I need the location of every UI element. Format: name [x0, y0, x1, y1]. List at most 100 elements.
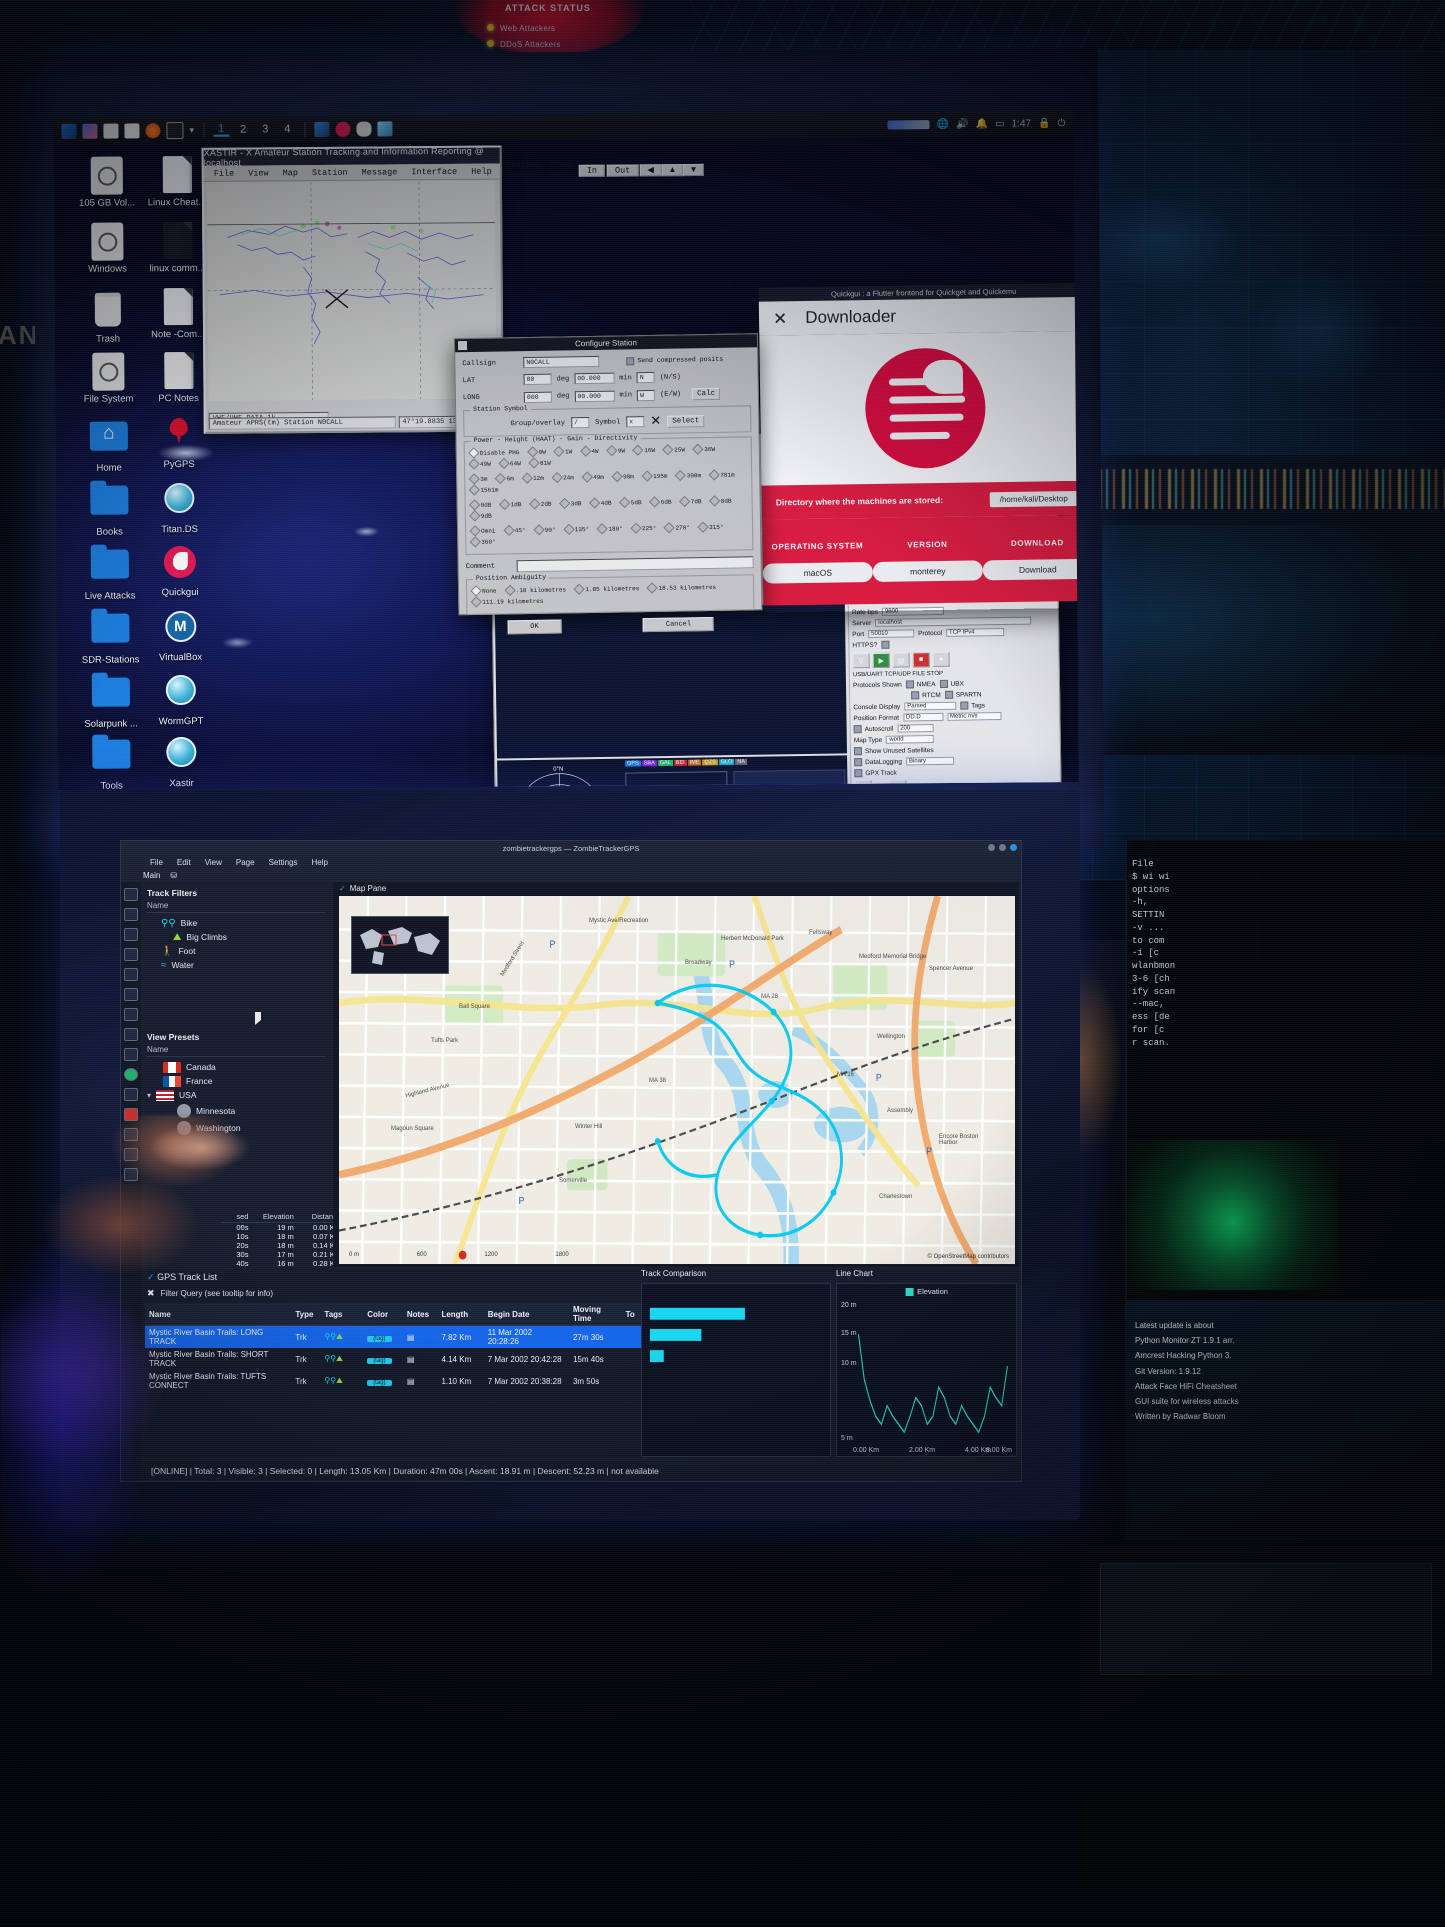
elevation-chart[interactable]: Elevation 20 m 15 m 10 m 5 m 0.00 Km 2.0…	[836, 1283, 1017, 1457]
volume-icon[interactable]: 🔊	[956, 118, 969, 129]
xastir-menu-file[interactable]: File	[207, 168, 241, 178]
pygps-port-value[interactable]: 50010	[868, 629, 915, 639]
desktop-icon-wormgpt[interactable]: WormGPT	[144, 671, 218, 728]
power-option-4w[interactable]: 4W	[579, 445, 599, 457]
pygps-maptype-value[interactable]: world	[886, 735, 935, 744]
gain-option-8db[interactable]: 8dB	[709, 495, 732, 507]
power-option-disable[interactable]: Disable PHG	[468, 447, 520, 459]
quickgui-os-value[interactable]: macOS	[762, 561, 873, 584]
view-preset-france[interactable]: France	[147, 1074, 325, 1088]
desktop-icon-titan-ds[interactable]: Titan.DS	[142, 479, 216, 536]
pygps-console-display-value[interactable]: Parsed	[904, 701, 957, 711]
pygps-position-format-value[interactable]: DD.D	[902, 712, 944, 722]
view-preset-minnesota[interactable]: Minnesota	[147, 1102, 325, 1119]
callsign-row[interactable]: Callsign N0CALL Send compressed posits	[462, 353, 750, 369]
desktop-icon-books[interactable]: Books	[72, 479, 146, 538]
tool-list-icon[interactable]	[124, 1148, 138, 1161]
kali-menu-icon[interactable]	[61, 123, 77, 139]
gnss-tab-sba[interactable]: SBA	[641, 760, 657, 767]
desktop-icon-quickgui[interactable]: Quickgui	[143, 543, 217, 599]
up-arrow-icon[interactable]: ▲	[661, 163, 684, 176]
gain-option-1db[interactable]: 1dB	[499, 498, 522, 511]
ztg-menu-settings[interactable]: Settings	[262, 858, 305, 867]
desktop-icon-live-attacks[interactable]: Live Attacks	[73, 543, 147, 602]
group-overlay-input[interactable]: /	[570, 416, 590, 429]
xastir-menu-map[interactable]: Map	[276, 168, 305, 178]
power-option-1w[interactable]: 1W	[553, 445, 572, 458]
close-icon[interactable]: ✕	[773, 309, 788, 328]
point-row[interactable]: 00s 19 m 0.00 Km	[221, 1223, 341, 1232]
tool-merge-icon[interactable]	[124, 968, 138, 981]
col-begin-date[interactable]: Begin Date	[483, 1303, 569, 1326]
quickgui-version-value[interactable]: monterey	[872, 559, 983, 582]
minimize-icon[interactable]	[988, 844, 995, 851]
track-filter-big-climbs[interactable]: ⛰ Big Climbs	[147, 930, 325, 944]
xastir-menu-help[interactable]: Help	[464, 166, 498, 176]
files-icon[interactable]	[82, 123, 98, 139]
xastir-menu-message[interactable]: Message	[355, 167, 405, 177]
ntrip-client-icon[interactable]: 📡	[889, 779, 907, 791]
point-row[interactable]: 30s 17 m 0.21 Km	[221, 1250, 341, 1259]
gain-option-7db[interactable]: 7dB	[679, 495, 702, 508]
protocol-ubx[interactable]: UBX	[939, 679, 964, 688]
power-option-64w[interactable]: 64W	[498, 457, 521, 470]
workspace-3[interactable]: 3	[257, 123, 273, 135]
symbol-input[interactable]: x	[626, 416, 645, 428]
desktop-icon-virtualbox[interactable]: VirtualBox	[143, 607, 217, 664]
tool-back-icon[interactable]	[124, 1168, 138, 1181]
lat-deg-input[interactable]: 00	[523, 373, 552, 386]
tool-open-icon[interactable]	[124, 888, 138, 901]
quickgui-window[interactable]: Quickgui : a Flutter frontend for Quickg…	[758, 282, 1079, 613]
left-arrow-icon[interactable]: ◀	[639, 163, 662, 176]
osm-map-canvas[interactable]: P P P P P Mystic Ave/Recreation Herbert Mc…	[339, 896, 1015, 1264]
power-option-36w[interactable]: 36W	[692, 443, 715, 455]
gain-option-6db[interactable]: 6dB	[649, 496, 672, 508]
pygps-protocols-row[interactable]: Protocols Shown NMEA UBX	[853, 678, 1054, 689]
stop-icon[interactable]: ■	[912, 652, 930, 668]
tool-tags-icon[interactable]	[124, 948, 138, 961]
window-buttons[interactable]	[988, 844, 1017, 851]
ubx-config-icon[interactable]: ⚙	[854, 779, 872, 791]
tool-save-icon[interactable]	[124, 908, 138, 921]
cell-notes[interactable]: ▤	[403, 1370, 438, 1392]
height-option-781m[interactable]: 781m	[708, 469, 735, 481]
height-option-3m[interactable]: 3m	[468, 473, 487, 485]
view-preset-canada[interactable]: Canada	[147, 1060, 325, 1074]
pygps-graph-pane[interactable]	[733, 769, 847, 791]
checkbox-icon[interactable]: ✓	[147, 1272, 155, 1282]
file-icon[interactable]: ▤	[892, 652, 910, 668]
col-tags[interactable]: Tags	[320, 1303, 364, 1326]
power-icon[interactable]: ⏻	[1057, 118, 1065, 129]
long-min-input[interactable]: 00.000	[574, 390, 615, 402]
quickgui-directory-row[interactable]: Directory where the machines are stored:…	[761, 480, 1079, 520]
zombietrackergps-window[interactable]: zombietrackergps — ZombieTrackerGPS File…	[120, 840, 1022, 1482]
pygps-position-format-row[interactable]: Position Format DD.D Metric m/s	[853, 711, 1054, 722]
down-arrow-icon[interactable]: ▼	[682, 163, 705, 176]
phg-gain-row[interactable]: 0dB 1dB 2dB 3dB 4dB 5dB 6dB 7dB 8dB 9dB	[469, 495, 747, 523]
dir-option-180[interactable]: 180°	[596, 523, 623, 535]
ztg-toolbar[interactable]	[121, 882, 141, 1481]
col-length[interactable]: Length	[437, 1303, 484, 1326]
long-deg-input[interactable]: 000	[523, 391, 552, 403]
track-filter-foot[interactable]: 🚶 Foot	[147, 944, 325, 958]
tool-import-icon[interactable]	[124, 928, 138, 941]
gain-option-2db[interactable]: 2dB	[529, 498, 552, 510]
lock-icon[interactable]: 🔒	[1038, 118, 1051, 129]
point-row[interactable]: 40s 16 m 0.28 Km	[221, 1259, 341, 1268]
height-option-195m[interactable]: 195m	[641, 470, 668, 482]
pygps-server-row[interactable]: Server localhost	[852, 616, 1053, 627]
comment-input[interactable]	[516, 556, 754, 573]
pygps-tags-checkbox[interactable]: Tags	[960, 701, 985, 710]
tool-chart-icon[interactable]	[124, 1088, 138, 1101]
pygps-protocol-value[interactable]: TCP IPv4	[945, 627, 1005, 637]
lat-min-input[interactable]: 00.000	[574, 372, 615, 385]
taskbar-window-pygps[interactable]	[356, 121, 372, 137]
col-name[interactable]: Name	[145, 1303, 292, 1326]
cell-color[interactable]: (tag)	[363, 1370, 403, 1392]
protocol-nmea[interactable]: NMEA	[905, 680, 936, 689]
long-row[interactable]: LONG 000 deg 00.000 min W (E/W) Calc	[463, 387, 751, 404]
gnss-tab-na[interactable]: NA	[735, 758, 748, 765]
xastir-zoom-out-button[interactable]: Out	[606, 163, 639, 177]
long-dir-input[interactable]: W	[636, 389, 656, 401]
gnss-tab-glo[interactable]: GLO	[718, 759, 735, 766]
